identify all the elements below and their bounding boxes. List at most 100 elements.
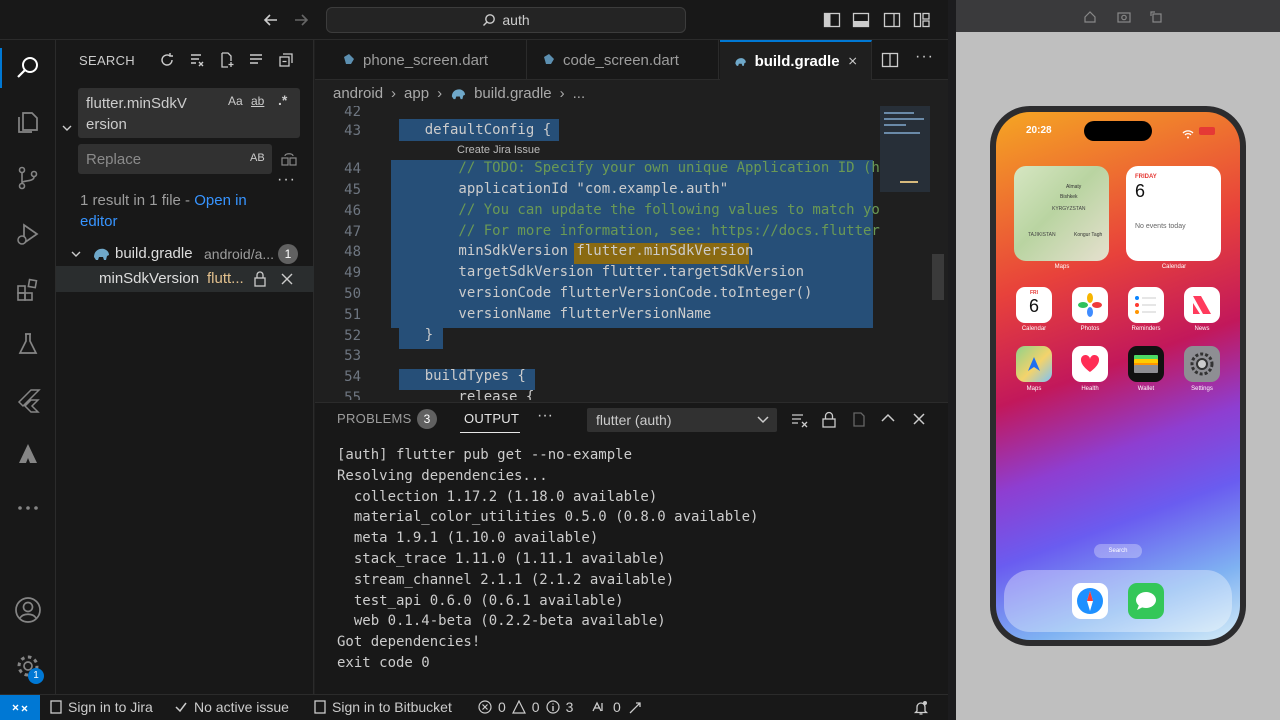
app-safari[interactable] [1072, 583, 1108, 619]
command-center-search[interactable]: auth [326, 7, 686, 33]
line-number: 52 [344, 328, 361, 344]
collapse-all-icon[interactable] [278, 52, 294, 68]
spotlight-search-pill[interactable]: Search [1094, 544, 1142, 558]
close-tab-icon[interactable] [848, 55, 857, 67]
dismiss-match-icon[interactable] [280, 272, 294, 286]
flutter-device-icon[interactable] [628, 701, 642, 715]
active-issue[interactable]: No active issue [174, 699, 289, 715]
line-number: 47 [344, 224, 361, 240]
result-match-row[interactable]: minSdkVersion flutt... [56, 266, 314, 292]
toggle-secondary-sidebar-icon[interactable] [883, 11, 901, 29]
home-button-icon[interactable] [1084, 11, 1096, 23]
bitbucket-sign-in[interactable]: Sign in to Bitbucket [314, 699, 452, 715]
accounts-icon[interactable] [12, 594, 44, 626]
problems-status[interactable]: 0 0 3 [478, 699, 573, 715]
result-file-path: android/a... [204, 246, 275, 262]
editor-more-actions-icon[interactable]: ··· [915, 48, 934, 66]
app-photos[interactable] [1072, 287, 1108, 323]
gradle-elephant-icon [92, 245, 110, 261]
match-whole-word-toggle[interactable]: ab [251, 94, 264, 108]
app-maps[interactable] [1016, 346, 1052, 382]
regex-toggle[interactable]: .* [278, 92, 287, 108]
flutter-icon[interactable] [12, 384, 44, 416]
open-in-editor-link-2[interactable]: editor [80, 213, 118, 230]
forward-arrow-icon[interactable] [292, 11, 310, 29]
map-label: Kongur Tagh [1074, 232, 1103, 238]
error-count: 0 [498, 699, 506, 715]
app-settings[interactable] [1184, 346, 1220, 382]
new-search-editor-icon[interactable] [219, 52, 235, 68]
toggle-replace-chevron-icon[interactable] [61, 122, 73, 134]
app-label: Health [1081, 386, 1099, 392]
tab-phone-screen[interactable]: phone_screen.dart [327, 40, 527, 80]
app-health[interactable] [1072, 346, 1108, 382]
code-line: minSdkVersion flutter.minSdkVersion [391, 243, 754, 259]
replace-all-icon[interactable] [281, 151, 297, 167]
ports-status[interactable]: 0 [591, 699, 621, 715]
app-news[interactable] [1184, 287, 1220, 323]
toggle-primary-sidebar-icon[interactable] [823, 11, 841, 29]
maximize-panel-icon[interactable] [881, 413, 895, 423]
app-messages[interactable] [1128, 583, 1164, 619]
tab-output[interactable]: OUTPUT [464, 411, 519, 426]
clear-results-icon[interactable] [189, 52, 205, 68]
toggle-search-details-icon[interactable]: ··· [277, 171, 296, 189]
app-label: Wallet [1137, 386, 1155, 392]
panel-more-icon[interactable]: ··· [537, 407, 553, 425]
close-panel-icon[interactable] [912, 412, 926, 426]
preserve-case-toggle[interactable]: AB [250, 152, 265, 164]
wifi-icon [1182, 126, 1194, 144]
breadcrumb-item[interactable]: build.gradle [474, 85, 552, 102]
replace-match-icon[interactable] [253, 271, 267, 287]
explorer-icon[interactable] [12, 106, 44, 138]
atlassian-icon[interactable] [12, 438, 44, 470]
home-screen[interactable]: 20:28 Almaty Bishkek KYRGYZSTAN TAJIKIST… [996, 112, 1240, 640]
app-reminders[interactable] [1128, 287, 1164, 323]
extensions-icon[interactable] [12, 274, 44, 306]
run-debug-icon[interactable] [12, 218, 44, 250]
screenshot-icon[interactable] [1117, 11, 1131, 23]
source-control-icon[interactable] [12, 162, 44, 194]
jira-sign-in[interactable]: Sign in to Jira [50, 699, 153, 715]
sidebar-title: SEARCH [79, 53, 135, 68]
customize-layout-icon[interactable] [913, 11, 931, 29]
back-arrow-icon[interactable] [262, 11, 280, 29]
replace-input[interactable]: Replace AB [78, 144, 272, 174]
maps-widget[interactable]: Almaty Bishkek KYRGYZSTAN TAJIKISTAN Kon… [1014, 166, 1109, 261]
output-channel-select[interactable]: flutter (auth) [587, 408, 777, 432]
split-editor-icon[interactable] [881, 52, 899, 68]
toggle-panel-icon[interactable] [852, 11, 870, 29]
open-output-in-editor-icon[interactable] [851, 411, 867, 428]
breadcrumb-item[interactable]: android [333, 85, 383, 102]
editor-scrollbar[interactable] [930, 106, 944, 400]
rotate-device-icon[interactable] [1150, 11, 1162, 23]
breadcrumb-item[interactable]: app [404, 85, 429, 102]
match-case-toggle[interactable]: Aa [228, 94, 243, 108]
scrollbar-thumb[interactable] [932, 254, 944, 300]
search-input[interactable]: flutter.minSdkV ersion Aa ab .* [78, 88, 300, 138]
notifications-bell-icon[interactable] [913, 700, 929, 716]
more-views-icon[interactable] [12, 492, 44, 524]
app-calendar[interactable]: FRI 6 [1016, 287, 1052, 323]
breadcrumb-item[interactable]: ... [573, 85, 586, 102]
manage-gear-icon[interactable]: 1 [12, 650, 44, 684]
codelens-create-jira-issue[interactable]: Create Jira Issue [457, 144, 540, 156]
lock-scroll-icon[interactable] [821, 411, 837, 428]
clear-output-icon[interactable] [791, 412, 809, 428]
map-label: KYRGYZSTAN [1052, 206, 1086, 212]
code-editor[interactable]: Create Jira Issue 42 43 defaultConfig { … [315, 106, 880, 400]
app-wallet[interactable] [1128, 346, 1164, 382]
tab-code-screen[interactable]: code_screen.dart [527, 40, 719, 80]
remote-indicator[interactable] [0, 695, 40, 720]
view-as-tree-icon[interactable] [248, 52, 264, 68]
tab-problems[interactable]: PROBLEMS [337, 411, 412, 426]
search-view-icon[interactable] [12, 52, 44, 84]
result-file-row[interactable]: build.gradle android/a... 1 [56, 242, 314, 266]
testing-icon[interactable] [12, 328, 44, 360]
open-in-editor-link[interactable]: Open in [194, 192, 247, 209]
dock [1004, 570, 1232, 632]
minimap[interactable] [880, 106, 930, 400]
refresh-icon[interactable] [159, 52, 175, 68]
calendar-widget[interactable]: FRIDAY 6 No events today [1126, 166, 1221, 261]
tab-build-gradle[interactable]: build.gradle [720, 40, 872, 80]
